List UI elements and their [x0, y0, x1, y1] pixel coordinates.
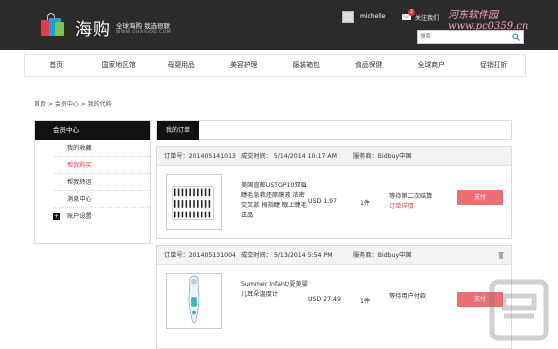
product-price: USD 27.49 — [308, 296, 341, 303]
order-header: 订单号：201405131004 成交时间： 5/13/2014 5:54 PM… — [157, 246, 511, 265]
nav-item-baby[interactable]: 母婴用品 — [150, 55, 213, 76]
nav-item-home[interactable]: 首页 — [25, 55, 88, 76]
trash-icon[interactable] — [498, 251, 504, 259]
sidebar-item-messages[interactable]: 消息中心 — [53, 191, 150, 208]
order-time: 成交时间： 5/14/2014 10:17 AM — [241, 153, 337, 160]
product-price: USD 1.97 — [308, 198, 337, 205]
sidebar-item-forwarding[interactable]: 帮我转运 — [53, 174, 150, 191]
page-frame: 海购 全球海购 我选很联 WWW.UHAIGOU.COM michelle 2 … — [0, 0, 558, 349]
search-box — [417, 30, 524, 44]
order-header: 订单号：201405141013 成交时间： 5/14/2014 10:17 A… — [157, 147, 511, 166]
status-text: 等待用户付款 — [389, 293, 427, 300]
nav-item-promotions[interactable]: 促销打折 — [463, 55, 526, 76]
pay-button[interactable]: 支付 — [457, 190, 503, 205]
nav-item-merchants[interactable]: 全球商户 — [400, 55, 463, 76]
product-thumbnail[interactable] — [166, 273, 222, 329]
search-input[interactable] — [420, 32, 508, 42]
watermark-logo — [489, 279, 549, 341]
nav-item-beauty[interactable]: 美容护理 — [213, 55, 276, 76]
product-quantity: 1件 — [360, 200, 371, 207]
sidebar-item-account-settings[interactable]: + 账户设置 — [53, 208, 150, 225]
status-text: 等待第二次结算 — [389, 193, 433, 200]
order-status: 等待用户付款 — [389, 292, 426, 302]
brand-name[interactable]: 海购 — [75, 15, 111, 40]
nav-item-apparel[interactable]: 服装箱包 — [275, 55, 338, 76]
site-header: 海购 全球海购 我选很联 WWW.UHAIGOU.COM michelle 2 … — [0, 0, 558, 50]
order-number: 订单号：201405141013 — [164, 153, 236, 160]
sidebar-item-label: 账户设置 — [67, 213, 92, 220]
follow-link[interactable]: 关注我们 — [415, 13, 439, 22]
order-card: 订单号：201405131004 成交时间： 5/13/2014 5:54 PM… — [156, 245, 512, 349]
user-avatar[interactable] — [342, 11, 354, 23]
product-thumbnail[interactable] — [166, 174, 222, 230]
order-service: 服务商：Bidbuy中国 — [353, 252, 412, 259]
breadcrumb[interactable]: 首页 > 会员中心 > 我的代购 — [34, 99, 112, 108]
tab-my-orders[interactable]: 我的订单 — [157, 121, 199, 140]
member-sidebar: 会员中心 我的收藏 帮我购买 帮我转运 消息中心 + 账户设置 — [34, 120, 151, 244]
site-url: WWW.UHAIGOU.COM — [116, 30, 172, 35]
order-time: 成交时间： 5/13/2014 5:54 PM — [241, 252, 333, 259]
username[interactable]: michelle — [360, 13, 385, 20]
order-tabs: 我的订单 — [156, 120, 512, 140]
sidebar-item-favorites[interactable]: 我的收藏 — [53, 140, 150, 157]
main-nav: 首页 国家地区馆 母婴用品 美容护理 服装箱包 食品保健 全球商户 促销打折 — [24, 54, 526, 77]
mail-count-badge: 2 — [408, 9, 415, 16]
order-service: 服务商：Bidbuy中国 — [353, 153, 412, 160]
sidebar-item-buy-for-me[interactable]: 帮我购买 — [53, 157, 150, 174]
order-status: 等待第二次结算 订单详情 — [389, 192, 432, 212]
product-name[interactable]: Summer Infant/夏美婴儿耳朵温度计 — [241, 280, 309, 300]
shopping-bags-logo[interactable] — [38, 12, 66, 38]
search-icon[interactable] — [512, 33, 520, 41]
product-quantity: 1件 — [360, 298, 371, 305]
watermark-text: 河东软件园 www.pc0359.cn — [448, 10, 529, 32]
sidebar-title: 会员中心 — [35, 121, 150, 140]
order-number: 订单号：201405131004 — [164, 252, 236, 259]
nav-item-country[interactable]: 国家地区馆 — [88, 55, 151, 76]
product-name[interactable]: 美国直邮USTOP10双眉睫毛急救还原膜液 浓密交叉款 拇指睫 眼上睫毛正品 — [241, 181, 309, 221]
slogan: 全球海购 我选很联 — [116, 22, 171, 30]
plus-icon[interactable]: + — [53, 213, 60, 220]
nav-item-food[interactable]: 食品保健 — [338, 55, 401, 76]
order-detail-link[interactable]: 订单详情 — [389, 202, 432, 212]
order-card: 订单号：201405141013 成交时间： 5/14/2014 10:17 A… — [156, 146, 512, 239]
